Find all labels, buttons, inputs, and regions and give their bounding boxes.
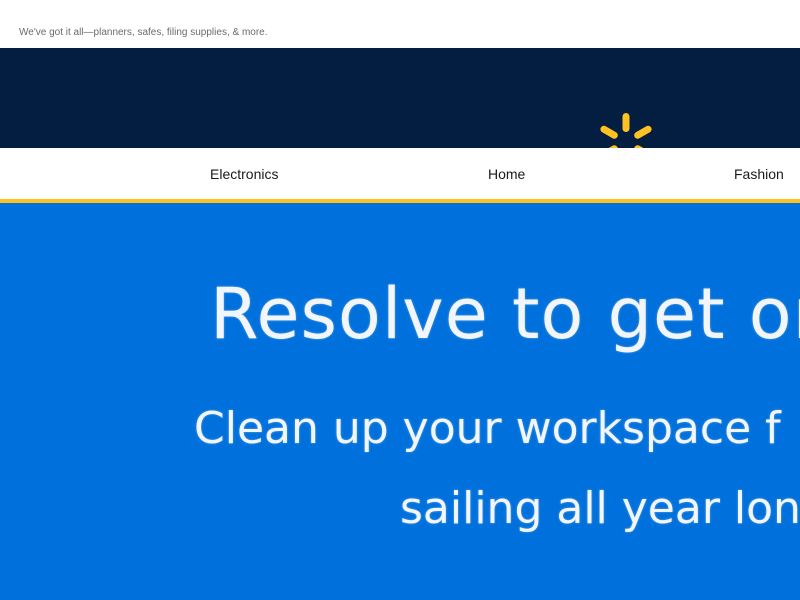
nav-item-fashion[interactable]: Fashion <box>734 166 784 182</box>
preheader: We've got it all—planners, safes, filing… <box>0 0 800 48</box>
hero-subheading-line-2: sailing all year lon <box>400 483 800 534</box>
nav-item-electronics[interactable]: Electronics <box>210 166 278 182</box>
hero-banner[interactable]: Resolve to get org Clean up your workspa… <box>0 203 800 600</box>
hero-subheading-line-1: Clean up your workspace f <box>194 403 781 454</box>
preheader-text: We've got it all—planners, safes, filing… <box>19 27 268 38</box>
brand-header <box>0 48 800 171</box>
nav-item-home[interactable]: Home <box>488 166 525 182</box>
hero-heading: Resolve to get org <box>210 273 800 355</box>
category-nav: Electronics Home Fashion <box>0 148 800 203</box>
